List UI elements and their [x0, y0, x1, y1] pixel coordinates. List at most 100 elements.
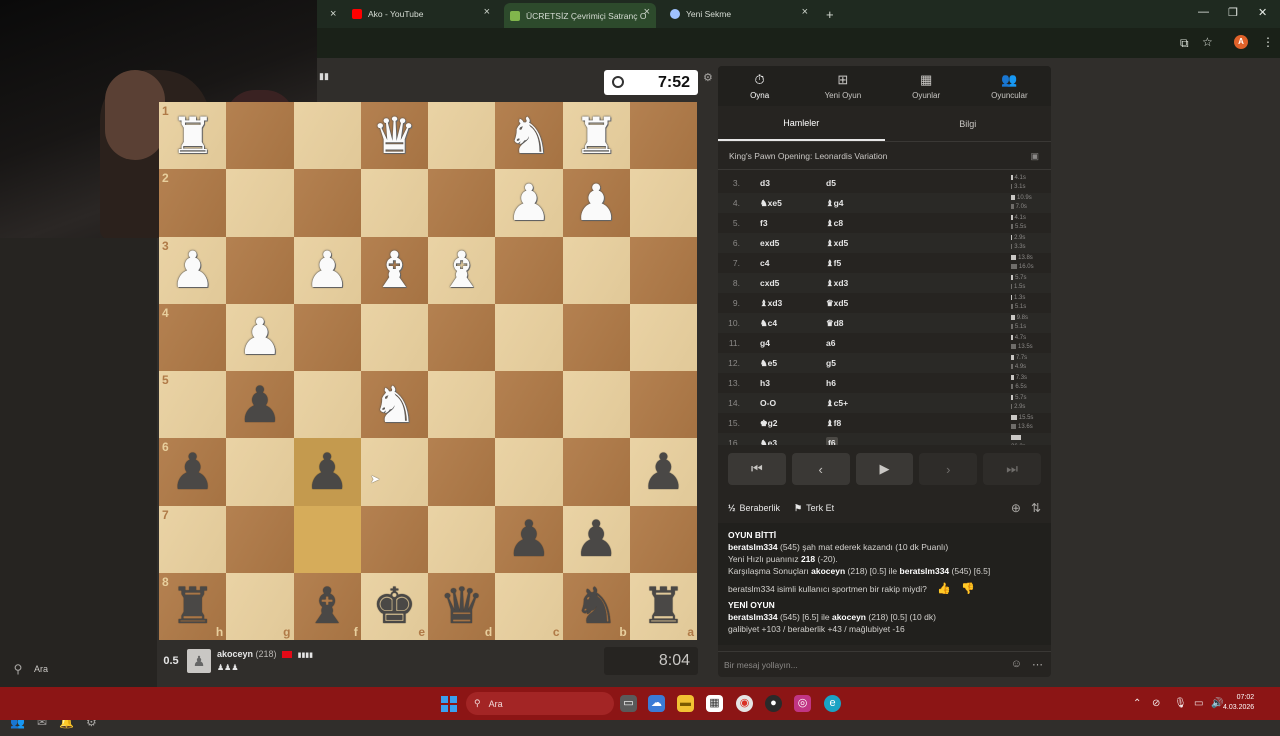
- board-square[interactable]: [495, 236, 563, 304]
- black-move[interactable]: ♝xd5: [826, 238, 892, 249]
- board-square[interactable]: [360, 505, 428, 573]
- board-square[interactable]: 6 ♟: [159, 438, 227, 506]
- board-square[interactable]: ♝: [360, 236, 428, 304]
- white-move[interactable]: d3: [760, 178, 826, 188]
- close-icon[interactable]: ×: [484, 6, 490, 18]
- board-square[interactable]: 2: [159, 169, 227, 237]
- black-king-icon[interactable]: ♚: [372, 581, 417, 631]
- board-square[interactable]: ♟: [562, 169, 630, 237]
- chess-board[interactable]: 1 ♜ ♛ ♞ ♜ 2 ♟ ♟ 3 ♟ ♟ ♝ ♝ 4 ♟ 5 ♟ ♞ 6 ♟ ♟ ♟ 7 ♟ ♟ 8 h ♜ g f ♝ e ♚ d ♛ c b ♞ a ♜: [159, 102, 697, 640]
- board-square[interactable]: 5: [159, 371, 227, 439]
- white-knight-icon[interactable]: ♞: [372, 380, 417, 430]
- board-square[interactable]: [629, 505, 697, 573]
- add-time-icon[interactable]: ⊕: [1011, 501, 1021, 515]
- last-move-button[interactable]: ⏭: [983, 453, 1041, 485]
- board-square[interactable]: 4: [159, 303, 227, 371]
- black-move[interactable]: ♝xd3: [826, 278, 892, 289]
- board-square[interactable]: [629, 236, 697, 304]
- board-square[interactable]: b ♞: [562, 572, 630, 640]
- close-window-button[interactable]: ✕: [1258, 6, 1267, 19]
- black-pawn-icon[interactable]: ♟: [641, 447, 686, 497]
- board-square[interactable]: [293, 505, 361, 573]
- resign-button[interactable]: ⚑ Terk Et: [794, 503, 834, 514]
- board-square[interactable]: [293, 169, 361, 237]
- store-icon[interactable]: ▦: [706, 695, 723, 712]
- black-move[interactable]: ♛d8: [826, 318, 892, 329]
- white-move[interactable]: ♞e5: [760, 358, 826, 369]
- board-square[interactable]: ♜: [562, 102, 630, 170]
- board-square[interactable]: g: [226, 572, 294, 640]
- message-input[interactable]: Bir mesaj yollayın... ☺ ⋯: [718, 651, 1051, 677]
- black-move[interactable]: ♝g4: [826, 198, 892, 209]
- board-square[interactable]: ♟: [293, 438, 361, 506]
- tab-new-game[interactable]: ⊞ Yeni Oyun: [801, 66, 884, 106]
- white-move[interactable]: exd5: [760, 238, 826, 248]
- bookmark-icon[interactable]: ▣: [1030, 151, 1039, 162]
- widgets-icon[interactable]: ☁: [648, 695, 665, 712]
- board-square[interactable]: 3 ♟: [159, 236, 227, 304]
- board-square[interactable]: ♞: [360, 371, 428, 439]
- draw-button[interactable]: ½ Beraberlik: [728, 503, 780, 513]
- board-square[interactable]: [629, 371, 697, 439]
- white-bishop-icon[interactable]: ♝: [372, 245, 417, 295]
- player-avatar[interactable]: ♟: [187, 649, 211, 673]
- board-square[interactable]: ♝: [428, 236, 496, 304]
- white-queen-icon[interactable]: ♛: [372, 111, 417, 161]
- black-move[interactable]: ♝c8: [826, 218, 892, 229]
- board-square[interactable]: c: [495, 572, 563, 640]
- black-pawn-icon[interactable]: ♟: [506, 514, 551, 564]
- minimize-button[interactable]: —: [1198, 6, 1209, 18]
- thumbs-down-icon[interactable]: 👎: [961, 583, 975, 595]
- emoji-icon[interactable]: ☺: [1011, 658, 1022, 671]
- board-square[interactable]: 1 ♜: [159, 102, 227, 170]
- windows-start-icon[interactable]: [441, 696, 457, 712]
- board-square[interactable]: [226, 505, 294, 573]
- close-icon[interactable]: ×: [802, 6, 808, 18]
- black-move[interactable]: ♛xd5: [826, 298, 892, 309]
- microphone-icon[interactable]: 🎙: [1174, 698, 1187, 709]
- player-name[interactable]: akoceyn: [217, 649, 253, 659]
- board-square[interactable]: [629, 102, 697, 170]
- tab-games[interactable]: ▦ Oyunlar: [885, 66, 968, 106]
- board-square[interactable]: [428, 102, 496, 170]
- board-square[interactable]: [428, 303, 496, 371]
- board-square[interactable]: [226, 169, 294, 237]
- system-clock[interactable]: 07:02 4.03.2026: [1223, 693, 1254, 713]
- menu-dots-icon[interactable]: ⋮: [1262, 35, 1274, 49]
- white-move[interactable]: ♞c4: [760, 318, 826, 329]
- play-button[interactable]: ▶: [855, 453, 914, 485]
- previous-move-button[interactable]: ‹: [791, 453, 850, 485]
- board-square[interactable]: ♞: [495, 102, 563, 170]
- white-move[interactable]: c4: [760, 258, 826, 268]
- board-square[interactable]: [293, 371, 361, 439]
- white-bishop-icon[interactable]: ♝: [439, 245, 484, 295]
- board-square[interactable]: [562, 438, 630, 506]
- board-square[interactable]: [293, 102, 361, 170]
- board-square[interactable]: a ♜: [629, 572, 697, 640]
- white-move[interactable]: f3: [760, 218, 826, 228]
- display-icon[interactable]: ▭: [1194, 698, 1203, 709]
- white-move[interactable]: ♝xd3: [760, 298, 826, 309]
- board-square[interactable]: ♟: [226, 371, 294, 439]
- white-move[interactable]: h3: [760, 378, 826, 388]
- black-move[interactable]: g5: [826, 358, 892, 368]
- white-move[interactable]: ♚g2: [760, 418, 826, 429]
- white-rook-icon[interactable]: ♜: [574, 111, 619, 161]
- github-icon[interactable]: ●: [765, 695, 782, 712]
- black-rook-icon[interactable]: ♜: [170, 581, 215, 631]
- board-square[interactable]: ♟: [226, 303, 294, 371]
- white-move[interactable]: ♞e3: [760, 438, 826, 446]
- board-settings-icon[interactable]: ⚙: [703, 71, 713, 84]
- taskbar-search[interactable]: ⚲ Ara: [466, 692, 614, 715]
- close-icon[interactable]: ×: [644, 6, 650, 18]
- board-square[interactable]: [360, 303, 428, 371]
- white-move[interactable]: cxd5: [760, 278, 826, 288]
- board-square[interactable]: ♛: [360, 102, 428, 170]
- board-square[interactable]: [629, 303, 697, 371]
- file-explorer-icon[interactable]: ▬: [677, 695, 694, 712]
- white-move[interactable]: ♞xe5: [760, 198, 826, 209]
- black-pawn-icon[interactable]: ♟: [170, 447, 215, 497]
- tab-moves[interactable]: Hamleler: [718, 106, 885, 141]
- board-square[interactable]: [428, 371, 496, 439]
- black-move[interactable]: a6: [826, 338, 892, 348]
